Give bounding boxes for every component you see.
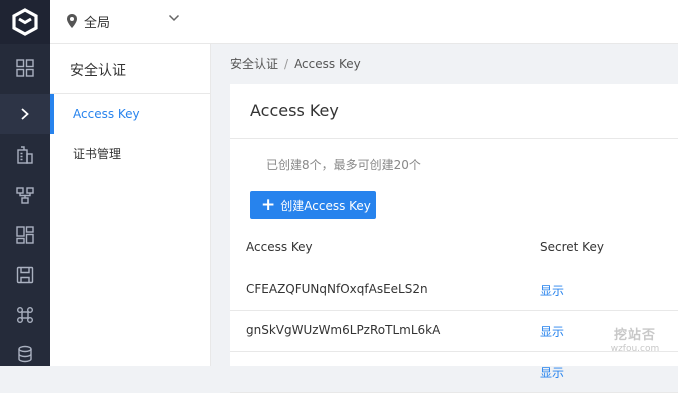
table-row: CFEAZQFUNqNfOxqfAsEeLS2n 显示	[230, 269, 678, 311]
table-row: 显示	[230, 351, 678, 393]
sidebar-title: 安全认证	[70, 63, 126, 79]
show-secret-link[interactable]: 显示	[540, 364, 564, 381]
plus-icon: +	[261, 194, 276, 215]
sidebar-item-certificates[interactable]: 证书管理	[50, 134, 210, 174]
column-header-secret-key: Secret Key	[540, 240, 604, 254]
chevron-right-icon	[21, 108, 29, 120]
icon-rail	[0, 0, 50, 366]
access-key-value: CFEAZQFUNqNfOxqfAsEeLS2n	[246, 282, 428, 296]
logo[interactable]	[0, 0, 50, 44]
logo-icon	[12, 8, 38, 36]
breadcrumb-parent[interactable]: 安全认证	[230, 57, 278, 71]
scope-label: 全局	[84, 15, 111, 31]
watermark-brand: 挖站否	[613, 328, 656, 343]
scope-selector[interactable]: 全局	[66, 10, 110, 32]
chevron-down-icon[interactable]	[168, 14, 180, 22]
divider	[230, 138, 678, 139]
column-header-access-key: Access Key	[246, 240, 313, 254]
access-key-value: gnSkVgWUzWm6LPzRoTLmL6kA	[246, 323, 441, 337]
breadcrumb-separator: /	[284, 57, 289, 71]
top-bar: 全局	[50, 0, 678, 44]
create-button-label: 创建Access Key	[280, 198, 371, 213]
expand-menu-button[interactable]	[0, 94, 50, 134]
watermark: 挖站否 wzfou.com	[604, 324, 666, 354]
watermark-domain: wzfou.com	[610, 344, 660, 354]
section-sidebar: 安全认证 Access Key 证书管理	[50, 44, 211, 366]
command-icon[interactable]	[13, 303, 37, 327]
layout-icon[interactable]	[13, 223, 37, 247]
database-icon[interactable]	[13, 342, 37, 366]
dashboard-icon[interactable]	[13, 56, 37, 80]
storage-icon[interactable]	[13, 263, 37, 287]
show-secret-link[interactable]: 显示	[540, 282, 564, 299]
quota-text: 已创建8个，最多可创建20个	[266, 158, 421, 172]
sidebar-item-access-key[interactable]: Access Key	[50, 94, 210, 134]
network-icon[interactable]	[13, 183, 37, 207]
breadcrumb-current: Access Key	[294, 57, 361, 71]
create-access-key-button[interactable]: + 创建Access Key	[250, 191, 376, 219]
location-pin-icon	[67, 14, 77, 28]
show-secret-link[interactable]: 显示	[540, 323, 564, 340]
breadcrumb: 安全认证 / Access Key	[230, 55, 361, 72]
page-title: Access Key	[250, 101, 339, 120]
building-icon[interactable]	[13, 143, 37, 167]
